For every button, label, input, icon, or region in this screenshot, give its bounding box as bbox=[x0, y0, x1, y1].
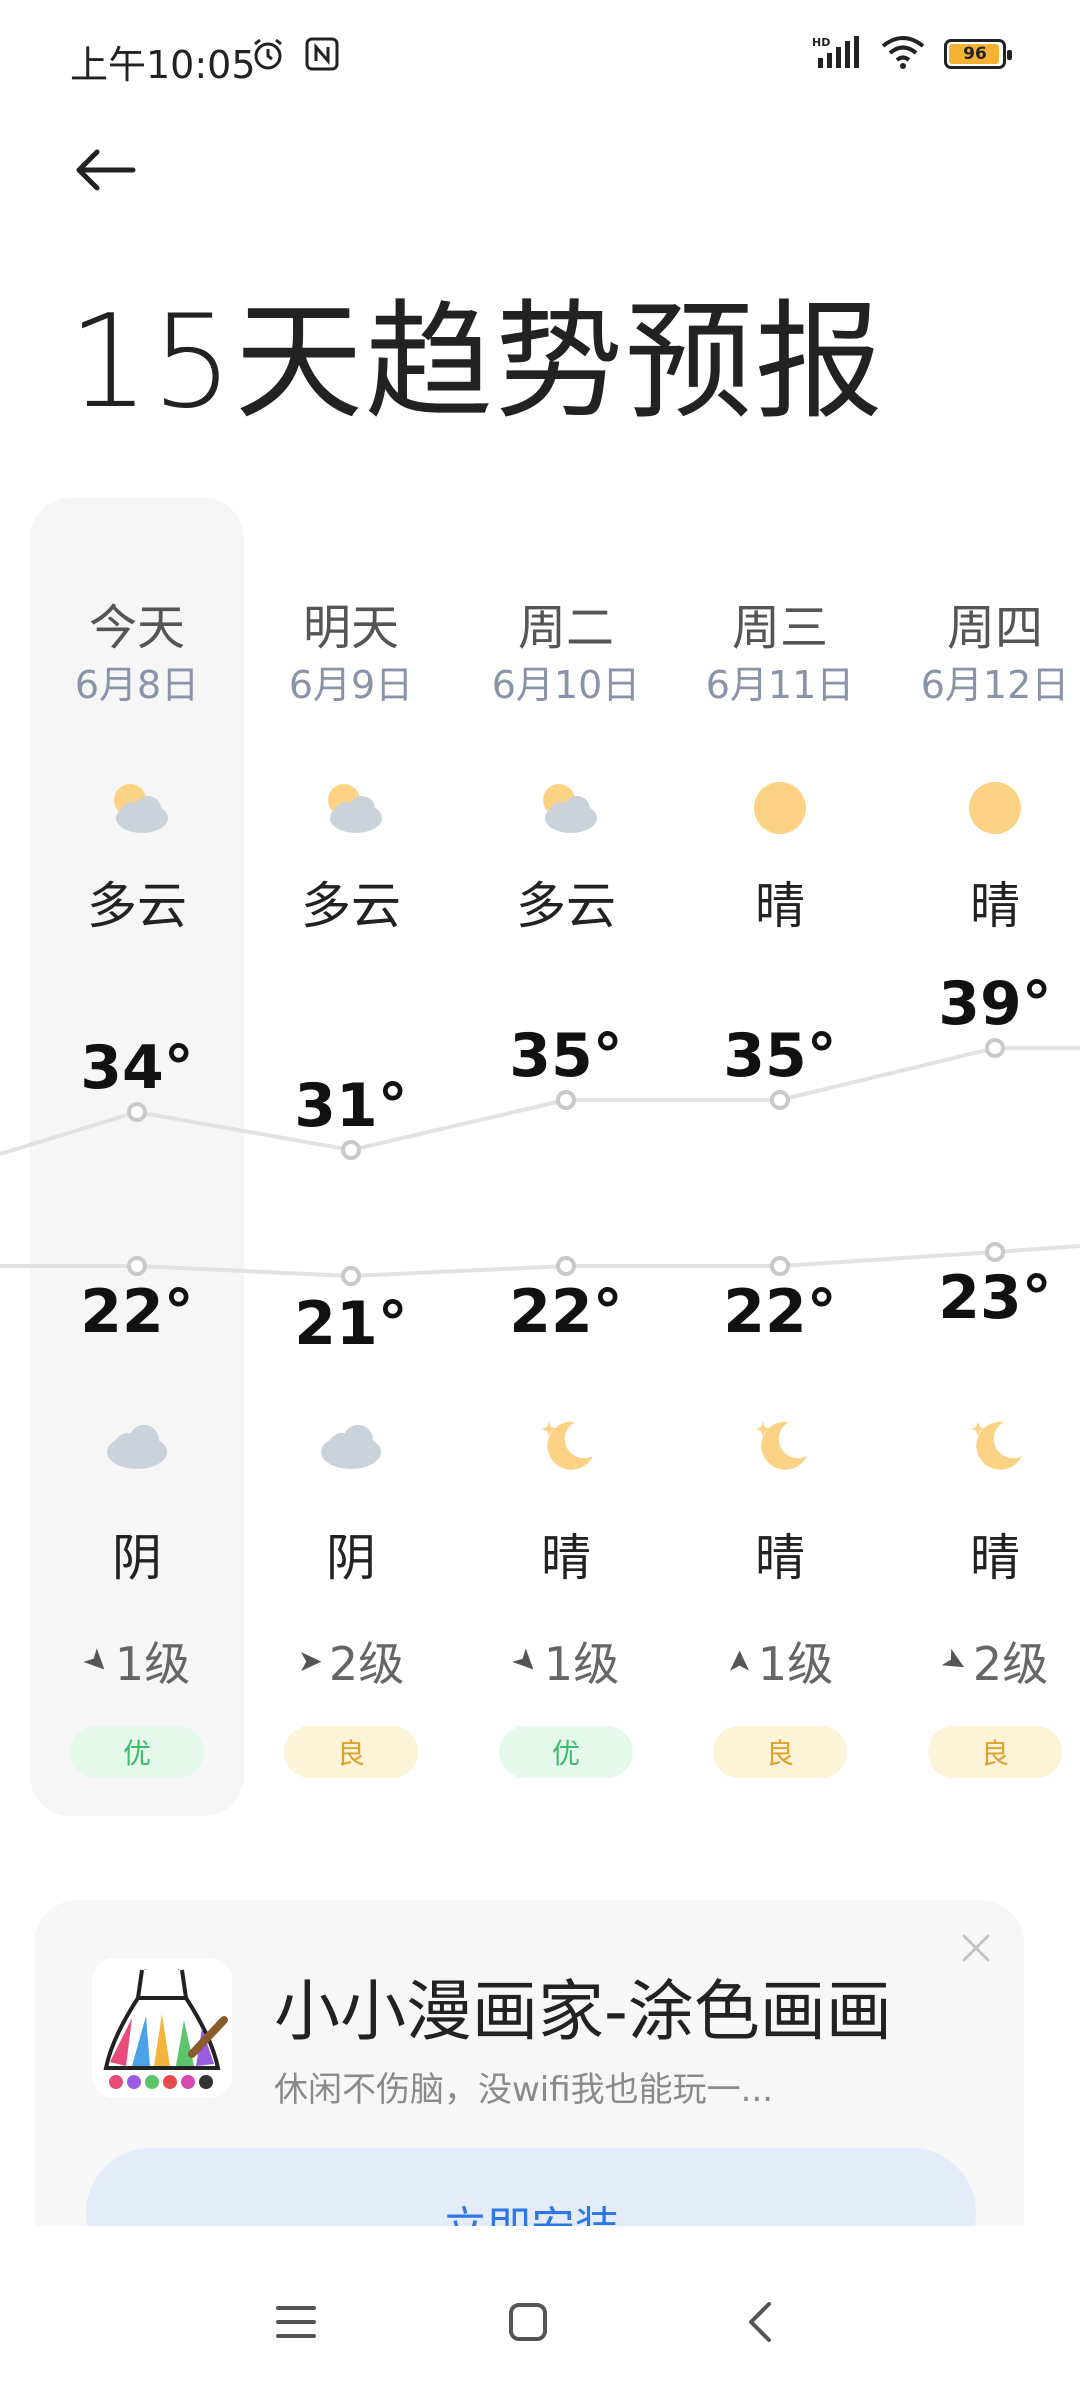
home-icon[interactable] bbox=[488, 2282, 568, 2362]
navigation-bar bbox=[0, 2226, 1080, 2400]
forecast-day-wednesday[interactable]: 周三 6月11日 晴 晴 ➤ 1级 良 bbox=[673, 498, 887, 1816]
ad-subtitle: 休闲不伤脑，没wifi我也能玩一... bbox=[274, 2070, 774, 2110]
day-label: 周二 bbox=[517, 600, 614, 656]
app-logo-icon bbox=[92, 1958, 232, 2098]
aqi-badge: 良 bbox=[713, 1726, 847, 1778]
partly-cloudy-icon bbox=[30, 776, 244, 840]
forecast-day-today[interactable]: 今天 6月8日 多云 阴 ➤ 1级 优 bbox=[30, 498, 244, 1816]
night-weather: 阴 bbox=[326, 1529, 376, 1587]
day-label: 今天 bbox=[88, 600, 185, 656]
night-weather: 阴 bbox=[112, 1529, 162, 1587]
wind-level: 1级 bbox=[757, 1637, 834, 1691]
menu-icon[interactable] bbox=[256, 2282, 336, 2362]
sun-icon bbox=[673, 776, 887, 840]
wind-direction-icon: ➤ bbox=[297, 1643, 323, 1679]
sun-icon bbox=[888, 776, 1080, 840]
day-label: 周三 bbox=[731, 600, 828, 656]
wind-level: 2级 bbox=[328, 1637, 405, 1691]
wind-level: 2级 bbox=[972, 1637, 1049, 1691]
day-date: 6月12日 bbox=[920, 663, 1070, 707]
nfc-icon bbox=[304, 36, 340, 76]
forecast-day-thursday[interactable]: 周四 6月12日 晴 晴 ➤ 2级 良 bbox=[888, 498, 1080, 1816]
wind-level: 1级 bbox=[114, 1637, 191, 1691]
day-label: 明天 bbox=[302, 600, 399, 656]
wifi-icon bbox=[880, 34, 926, 74]
wind-direction-icon: ➤ bbox=[75, 1639, 118, 1683]
day-weather: 晴 bbox=[970, 877, 1020, 935]
hd-signal-icon: HD bbox=[812, 34, 862, 74]
moon-icon bbox=[673, 1412, 887, 1476]
svg-text:HD: HD bbox=[812, 36, 830, 49]
wind: ➤ 1级 bbox=[459, 1628, 673, 1694]
day-weather: 多云 bbox=[87, 877, 187, 935]
day-weather: 多云 bbox=[516, 877, 616, 935]
ad-title: 小小漫画家-涂色画画 bbox=[274, 1973, 892, 2050]
wind-level: 1级 bbox=[543, 1637, 620, 1691]
night-weather: 晴 bbox=[755, 1529, 805, 1587]
day-date: 6月9日 bbox=[288, 663, 414, 707]
wind-direction-icon: ➤ bbox=[721, 1648, 757, 1674]
aqi-badge: 良 bbox=[928, 1726, 1062, 1778]
night-weather: 晴 bbox=[541, 1529, 591, 1587]
day-date: 6月10日 bbox=[491, 663, 641, 707]
arrow-left-icon bbox=[76, 149, 136, 191]
wind: ➤ 1级 bbox=[673, 1628, 887, 1694]
battery-indicator: 96 bbox=[944, 39, 1012, 69]
page-title: 15天趋势预报 bbox=[68, 288, 885, 437]
cloudy-icon bbox=[244, 1412, 458, 1476]
status-time: 上午10:05 bbox=[70, 43, 256, 87]
close-icon[interactable] bbox=[956, 1928, 996, 1968]
night-weather: 晴 bbox=[970, 1529, 1020, 1587]
status-bar: 上午10:05 HD 96 bbox=[0, 0, 1080, 120]
moon-icon bbox=[459, 1412, 673, 1476]
aqi-badge: 优 bbox=[70, 1726, 204, 1778]
wind: ➤ 1级 bbox=[30, 1628, 244, 1694]
aqi-badge: 良 bbox=[284, 1726, 418, 1778]
moon-icon bbox=[888, 1412, 1080, 1476]
back-icon[interactable] bbox=[720, 2282, 800, 2362]
partly-cloudy-icon bbox=[244, 776, 458, 840]
wind: ➤ 2级 bbox=[244, 1628, 458, 1694]
day-label: 周四 bbox=[946, 600, 1043, 656]
wind-direction-icon: ➤ bbox=[934, 1639, 974, 1683]
battery-level: 96 bbox=[963, 44, 987, 64]
back-button[interactable] bbox=[70, 135, 140, 205]
day-date: 6月11日 bbox=[705, 663, 855, 707]
day-weather: 多云 bbox=[301, 877, 401, 935]
forecast-day-tomorrow[interactable]: 明天 6月9日 多云 阴 ➤ 2级 良 bbox=[244, 498, 458, 1816]
aqi-badge: 优 bbox=[499, 1726, 633, 1778]
day-date: 6月8日 bbox=[74, 663, 200, 707]
alarm-icon bbox=[250, 36, 286, 76]
forecast-day-tuesday[interactable]: 周二 6月10日 多云 晴 ➤ 1级 优 bbox=[459, 498, 673, 1816]
day-weather: 晴 bbox=[755, 877, 805, 935]
partly-cloudy-icon bbox=[459, 776, 673, 840]
cloudy-icon bbox=[30, 1412, 244, 1476]
wind-direction-icon: ➤ bbox=[504, 1639, 547, 1683]
wind: ➤ 2级 bbox=[888, 1628, 1080, 1694]
